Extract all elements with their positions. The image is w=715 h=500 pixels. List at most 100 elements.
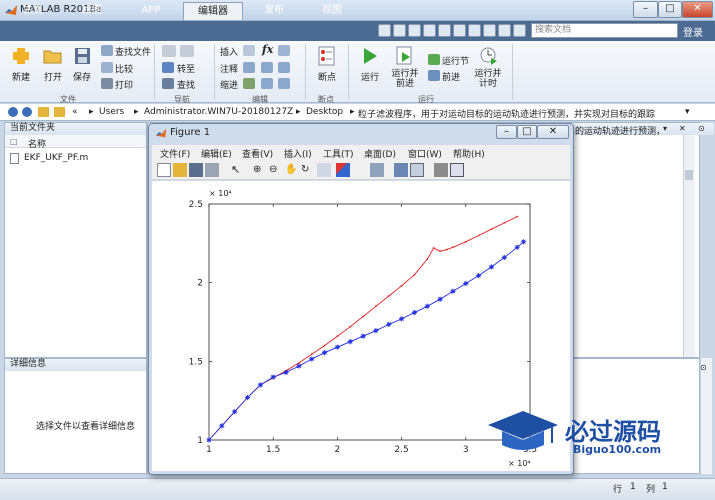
switch-windows-icon[interactable] [468, 24, 481, 37]
insert-colorbar-icon[interactable] [394, 163, 408, 177]
redo-icon[interactable] [453, 24, 466, 37]
save-disk-icon[interactable] [72, 46, 94, 66]
pan-hand-icon[interactable]: ✋ [285, 163, 299, 177]
quick-access-menu-icon[interactable] [513, 24, 526, 37]
undo-icon[interactable] [438, 24, 451, 37]
goto-button[interactable]: 转至 [177, 62, 195, 75]
file-list-item[interactable]: EKF_UKF_PF.m [24, 153, 88, 163]
browse-folder-icon[interactable] [54, 107, 65, 117]
compare-icon[interactable] [101, 62, 113, 73]
run-section-button[interactable]: 运行节 [442, 54, 469, 67]
show-plot-tools-icon[interactable] [450, 163, 464, 177]
breadcrumb-overflow[interactable]: « [72, 107, 78, 117]
open-folder-icon[interactable] [42, 46, 64, 66]
close-button[interactable]: ✕ [682, 1, 713, 18]
compare-button[interactable]: 比较 [115, 62, 133, 75]
up-folder-icon[interactable] [38, 107, 49, 117]
editor-tab-title[interactable]: 的运动轨迹进行预测， [575, 124, 665, 137]
find-files-button[interactable]: 查找文件 [115, 45, 151, 58]
figure-menu-help[interactable]: 帮助(H) [453, 147, 485, 160]
find-icon[interactable] [162, 78, 174, 89]
figure-close-button[interactable]: ✕ [537, 125, 569, 139]
print-icon[interactable] [101, 78, 113, 89]
run-advance-icon[interactable] [394, 46, 416, 66]
editor-scrollbar[interactable] [683, 135, 695, 357]
figure-maximize-button[interactable]: □ [517, 125, 537, 139]
find-button[interactable]: 查找 [177, 78, 195, 91]
run-and-time-button[interactable]: 运行并 计时 [471, 69, 505, 89]
quick-access-icon[interactable] [498, 24, 511, 37]
breadcrumb-users[interactable]: Users [99, 107, 124, 117]
editor-close-icon[interactable]: ✕ [679, 124, 686, 133]
edit-plot-arrow-icon[interactable]: ↖ [231, 163, 245, 177]
back-icon[interactable] [8, 107, 18, 117]
figure-minimize-button[interactable]: – [496, 125, 517, 139]
insert-function-button[interactable]: fx [262, 43, 273, 56]
editor-menu-icon[interactable]: ▾ [663, 124, 667, 133]
breadcrumb-desktop[interactable]: Desktop [306, 107, 343, 117]
help-icon[interactable] [483, 24, 496, 37]
login-link[interactable]: 登录 [683, 24, 703, 39]
run-button[interactable]: 运行 [354, 70, 386, 83]
command-options-icon[interactable]: ⊙ [700, 363, 707, 372]
wrap-comments-icon[interactable] [278, 62, 290, 73]
run-section-icon[interactable] [428, 54, 440, 65]
advance-button[interactable]: 前进 [442, 70, 460, 83]
copy-icon[interactable] [408, 24, 421, 37]
edit-tool-icon[interactable] [278, 45, 290, 56]
tab-home[interactable]: 主页 [10, 2, 56, 20]
maximize-button[interactable]: □ [658, 1, 682, 18]
print-button[interactable]: 打印 [115, 78, 133, 91]
find-files-icon[interactable] [101, 45, 113, 56]
address-dropdown-icon[interactable]: ▾ [685, 107, 690, 117]
save-figure-icon[interactable] [189, 163, 203, 177]
new-figure-icon[interactable] [157, 163, 171, 177]
insert-dropdown-icon[interactable] [243, 45, 255, 56]
zoom-in-icon[interactable]: ⊕ [253, 163, 267, 177]
minimize-button[interactable]: – [633, 1, 658, 18]
decrease-indent-icon[interactable] [278, 78, 290, 89]
forward-nav-icon[interactable] [180, 45, 194, 57]
run-and-advance-button[interactable]: 运行并 前进 [388, 69, 422, 89]
goto-icon[interactable] [162, 62, 174, 73]
figure-menu-edit[interactable]: 编辑(E) [201, 147, 232, 160]
cut-icon[interactable] [393, 24, 406, 37]
insert-button[interactable]: 插入 [220, 45, 238, 58]
scrollbar-thumb[interactable] [685, 170, 693, 180]
new-button[interactable]: 新建 [5, 70, 37, 83]
figure-menu-tools[interactable]: 工具(T) [323, 147, 354, 160]
command-scrollbar[interactable] [700, 358, 712, 474]
smart-indent-icon[interactable] [243, 78, 255, 89]
figure-menu-window[interactable]: 窗口(W) [408, 147, 442, 160]
brush-icon[interactable] [336, 163, 350, 177]
figure-menu-file[interactable]: 文件(F) [160, 147, 190, 160]
back-nav-icon[interactable] [162, 45, 176, 57]
indent-button[interactable]: 缩进 [220, 78, 238, 91]
hide-plot-tools-icon[interactable] [434, 163, 448, 177]
tab-plots[interactable]: 绘图 [68, 2, 116, 20]
search-documentation-input[interactable]: 搜索文档 [531, 23, 678, 38]
comment-percent-icon[interactable] [243, 62, 255, 73]
paste-icon[interactable] [423, 24, 436, 37]
save-icon[interactable] [378, 24, 391, 37]
insert-legend-icon[interactable] [410, 163, 424, 177]
run-and-time-icon[interactable] [477, 46, 499, 66]
print-figure-icon[interactable] [205, 163, 219, 177]
breadcrumb-project-folder[interactable]: 粒子滤波程序，用于对运动目标的运动轨迹进行预测，并实现对目标的跟踪 [358, 107, 678, 120]
figure-menu-insert[interactable]: 插入(I) [284, 147, 312, 160]
run-icon[interactable] [359, 46, 381, 66]
forward-icon[interactable] [22, 107, 32, 117]
name-column-header[interactable]: 名称 [28, 137, 46, 150]
tab-view[interactable]: 视图 [309, 2, 355, 20]
breakpoints-button[interactable]: 断点 [311, 70, 343, 83]
zoom-out-icon[interactable]: ⊖ [269, 163, 283, 177]
breadcrumb-administrator[interactable]: Administrator.WIN7U-20180127Z [144, 107, 293, 117]
breakpoints-icon[interactable] [316, 46, 338, 66]
save-button[interactable]: 保存 [66, 70, 98, 83]
panel-options-icon[interactable]: ⊙ [698, 124, 705, 133]
figure-menu-view[interactable]: 查看(V) [242, 147, 273, 160]
figure-menu-desktop[interactable]: 桌面(D) [364, 147, 396, 160]
data-cursor-icon[interactable] [317, 163, 331, 177]
comment-button[interactable]: 注释 [220, 62, 238, 75]
tab-publish[interactable]: 发布 [251, 2, 297, 20]
